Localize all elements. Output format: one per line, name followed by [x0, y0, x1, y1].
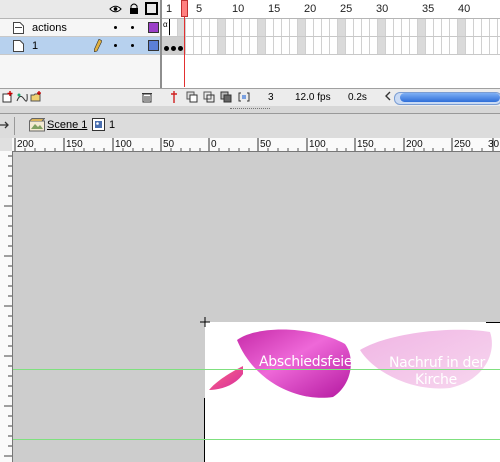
ruler-label: 0: [211, 139, 217, 150]
ruler-label: 50: [260, 139, 272, 150]
frame-number: 15: [268, 3, 281, 15]
layer-icon: [13, 22, 24, 34]
guide-line[interactable]: [13, 369, 500, 370]
frame-cell[interactable]: [218, 19, 225, 36]
frame-cell[interactable]: [218, 37, 225, 54]
layer-row-actions[interactable]: actions: [0, 19, 160, 37]
frame-cell[interactable]: [458, 19, 465, 36]
playhead[interactable]: [181, 0, 188, 17]
ruler-ticks: [14, 138, 494, 151]
layer-header: [0, 0, 160, 19]
frame-number: 20: [304, 3, 317, 15]
ruler-ticks: [4, 155, 12, 457]
timeline-footer: 3 12.0 fps 0.2s: [0, 88, 500, 106]
frame-number-ruler[interactable]: 1 5 10 15 20 25 30 35 40: [162, 0, 500, 19]
lock-dot[interactable]: [131, 44, 134, 47]
ruler-label: 30: [488, 139, 500, 150]
frame-cell[interactable]: [418, 37, 425, 54]
frame-cell[interactable]: [298, 37, 305, 54]
insert-layer-icon[interactable]: [2, 91, 14, 103]
frame-number: 25: [340, 3, 353, 15]
visibility-dot[interactable]: [114, 26, 117, 29]
timeline-panel: 1 5 10 15 20 25 30 35 40 actions 1 α 3 1…: [0, 0, 500, 110]
ruler-label: 250: [454, 139, 471, 150]
ruler-label: 200: [17, 139, 34, 150]
frame-row-actions[interactable]: α: [162, 19, 500, 37]
visibility-dot[interactable]: [114, 44, 117, 47]
onion-markers-icon[interactable]: [238, 91, 250, 103]
add-motion-guide-icon[interactable]: [16, 91, 28, 103]
symbol-breadcrumb[interactable]: 1: [109, 119, 115, 131]
scroll-left-icon[interactable]: [382, 91, 394, 103]
petal-label-abschiedsfeier: Abschiedsfeier: [259, 354, 358, 370]
frame-number: 5: [196, 3, 203, 15]
elapsed-time: 0.2s: [348, 92, 367, 103]
keyframe[interactable]: α: [162, 19, 170, 35]
layer-color-swatch[interactable]: [148, 22, 159, 33]
vertical-ruler[interactable]: [0, 151, 13, 462]
frame-cell[interactable]: [258, 37, 265, 54]
separator: [14, 117, 15, 135]
outline-icon[interactable]: [145, 2, 158, 15]
trash-icon[interactable]: [141, 91, 153, 103]
layer-icon: [13, 40, 24, 52]
edit-bar: Scene 1 1: [0, 113, 500, 139]
pencil-icon: [93, 38, 103, 55]
eye-icon[interactable]: [109, 2, 122, 15]
ruler-label: 100: [115, 139, 132, 150]
onion-skin-icon[interactable]: [186, 91, 198, 103]
frame-cell[interactable]: [338, 19, 345, 36]
layer-color-swatch[interactable]: [148, 40, 159, 51]
timeline-scroll-thumb[interactable]: [400, 93, 500, 102]
layer-name: actions: [32, 22, 67, 34]
guide-line[interactable]: [13, 439, 500, 440]
symbol-icon: [92, 118, 105, 134]
frame-cell[interactable]: [418, 19, 425, 36]
frame-cell[interactable]: [378, 19, 385, 36]
ruler-label: 150: [357, 139, 374, 150]
ruler-label: 100: [309, 139, 326, 150]
ruler-label: 150: [66, 139, 83, 150]
frame-number: 40: [458, 3, 471, 15]
resize-grip[interactable]: [230, 108, 270, 111]
current-frame: 3: [268, 92, 274, 103]
ruler-label: 200: [406, 139, 423, 150]
insert-folder-icon[interactable]: [30, 91, 42, 103]
frame-number: 35: [422, 3, 435, 15]
horizontal-ruler[interactable]: 200 150 100 50 0 50 100 150 200 250 30: [12, 138, 500, 152]
playhead-line: [184, 17, 185, 87]
keyframe-dot: [171, 46, 176, 51]
frame-cell[interactable]: [458, 37, 465, 54]
frame-area-empty: [162, 55, 500, 88]
layer-name: 1: [32, 40, 39, 52]
keyframe-dot: [164, 46, 169, 51]
lock-icon[interactable]: [127, 2, 140, 15]
frame-rate[interactable]: 12.0 fps: [295, 92, 331, 103]
edit-multiple-frames-icon[interactable]: [220, 91, 232, 103]
ruler-label: 50: [163, 139, 175, 150]
lock-dot[interactable]: [131, 26, 134, 29]
onion-outline-icon[interactable]: [203, 91, 215, 103]
frame-number: 1: [166, 3, 173, 15]
frame-row-1[interactable]: [162, 37, 500, 55]
keyframe-dot: [178, 46, 183, 51]
layer-list-empty: [0, 55, 160, 88]
edit-arrow-icon[interactable]: [0, 120, 10, 133]
scene-icon: [29, 118, 46, 135]
action-marker: α: [163, 20, 168, 29]
center-frame-icon[interactable]: [168, 91, 180, 103]
frame-number: 10: [232, 3, 245, 15]
frame-number: 30: [376, 3, 389, 15]
frame-cell[interactable]: [298, 19, 305, 36]
keyframe-span[interactable]: [162, 37, 186, 54]
frame-cell[interactable]: [258, 19, 265, 36]
layer-row-1[interactable]: 1: [0, 37, 160, 55]
stage-artwork: [209, 329, 492, 398]
frame-cell[interactable]: [378, 37, 385, 54]
panel-divider[interactable]: [0, 106, 500, 113]
frame-cell[interactable]: [338, 37, 345, 54]
scene-breadcrumb[interactable]: Scene 1: [47, 119, 87, 131]
petal-label-kirche: Kirche: [415, 372, 457, 388]
